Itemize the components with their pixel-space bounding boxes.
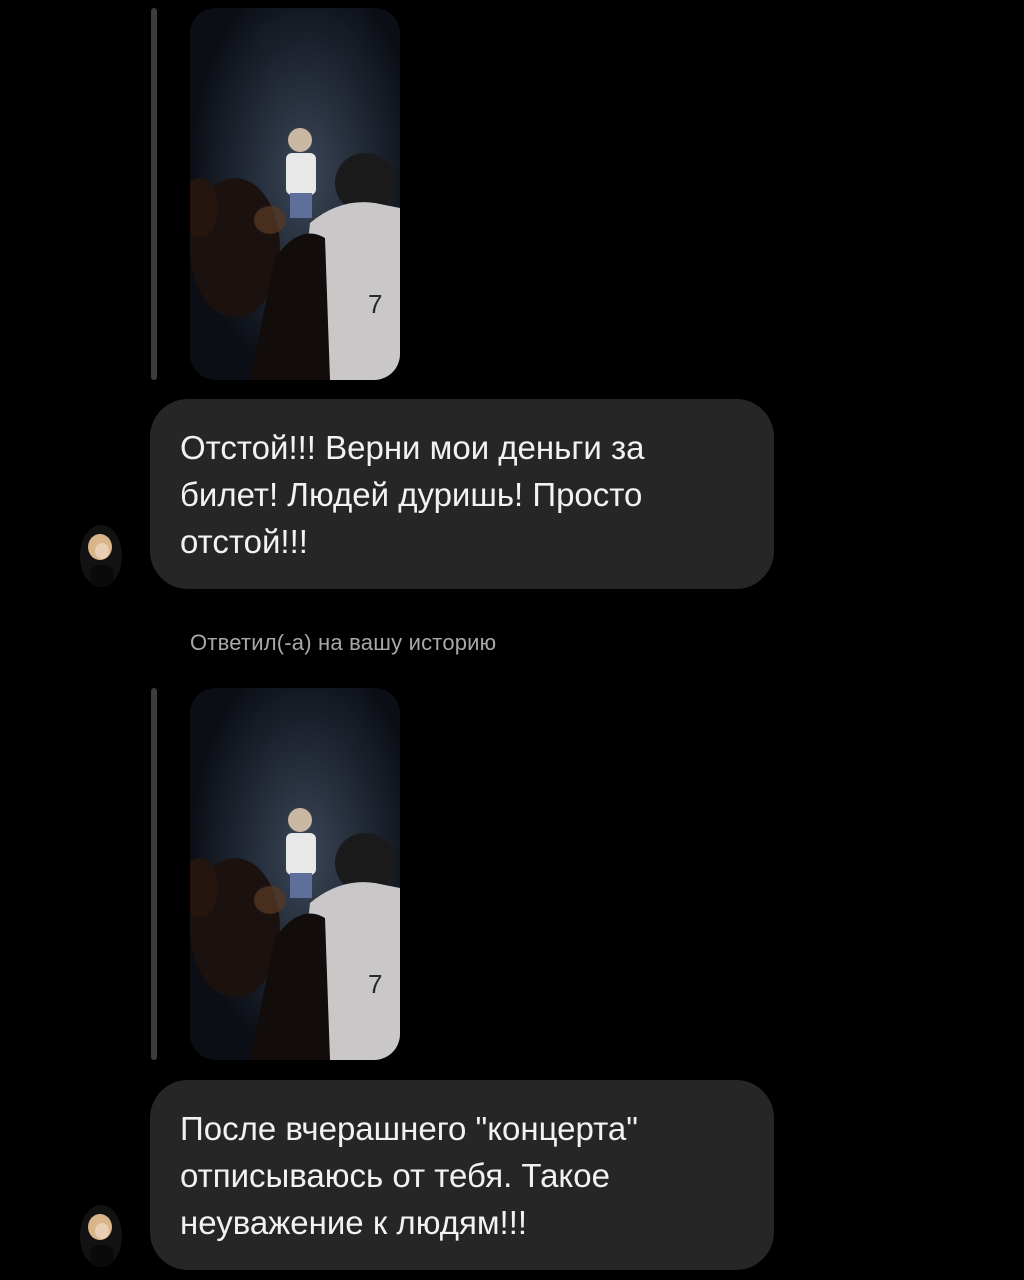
svg-text:7: 7 <box>368 969 382 999</box>
replied-to-story-label: Ответил(-а) на вашу историю <box>190 630 497 655</box>
concert-photo-image: 7 <box>190 8 400 380</box>
sender-avatar[interactable] <box>80 1205 122 1267</box>
avatar-photo <box>80 525 122 587</box>
story-thumbnail[interactable]: 7 <box>190 688 400 1060</box>
message-text: Отстой!!! Верни мои деньги за билет! Люд… <box>180 428 645 560</box>
message-bubble[interactable]: Отстой!!! Верни мои деньги за билет! Люд… <box>150 399 774 589</box>
reply-line <box>151 688 157 1060</box>
reply-line <box>151 8 157 380</box>
avatar-photo <box>80 1205 122 1267</box>
sender-avatar[interactable] <box>80 525 122 587</box>
story-thumbnail[interactable]: 7 <box>190 8 400 380</box>
svg-text:7: 7 <box>368 289 382 319</box>
message-bubble[interactable]: После вчерашнего "концерта" отписываюсь … <box>150 1080 774 1270</box>
concert-photo-image: 7 <box>190 688 400 1060</box>
message-text: После вчерашнего "концерта" отписываюсь … <box>180 1109 638 1241</box>
